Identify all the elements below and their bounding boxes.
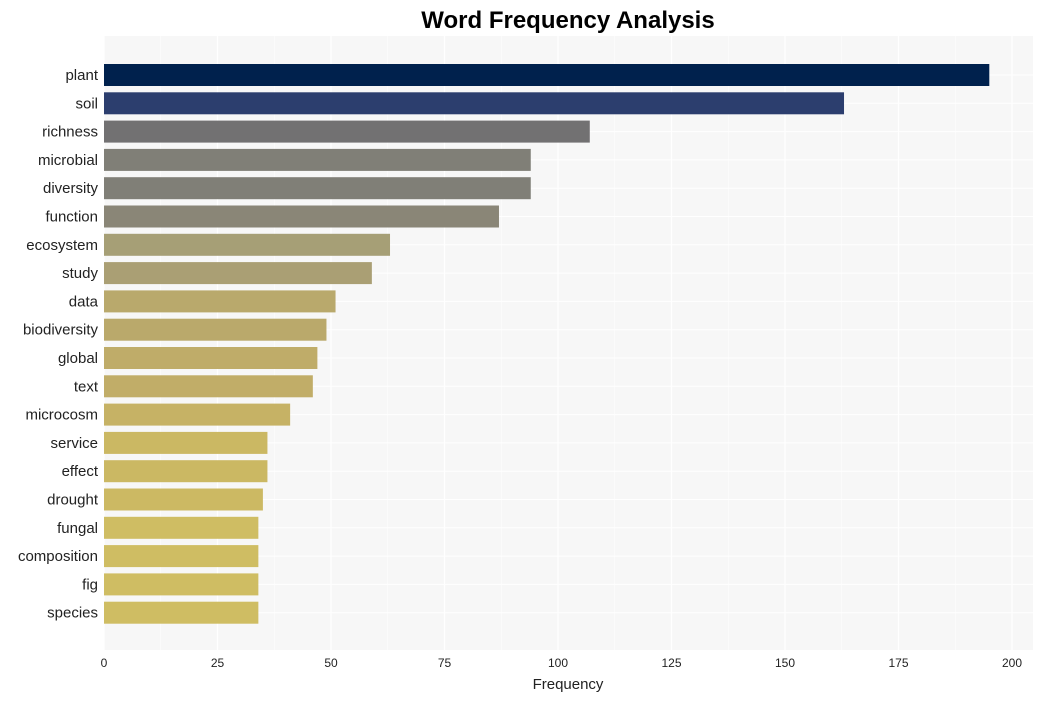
y-tick-label: diversity: [43, 180, 99, 197]
y-tick-label: biodiversity: [23, 322, 99, 339]
x-tick-label: 0: [101, 656, 108, 670]
x-tick-label: 75: [438, 656, 452, 670]
bar-global: [104, 347, 318, 369]
bar-fungal: [104, 516, 259, 539]
y-tick-label: microcosm: [25, 407, 98, 424]
x-tick-label: 100: [548, 656, 568, 670]
y-tick-label: composition: [18, 548, 98, 565]
y-tick-label: drought: [47, 492, 99, 509]
y-tick-label: richness: [42, 124, 98, 141]
bar-microcosm: [104, 403, 291, 426]
x-tick-labels: 0 25 50 75 100 125 150 175 200: [101, 656, 1023, 670]
bar-composition: [104, 545, 259, 568]
y-tick-label: global: [58, 350, 98, 367]
chart-title: Word Frequency Analysis: [421, 7, 714, 34]
x-tick-label: 25: [211, 656, 225, 670]
bar-microbial: [104, 148, 531, 171]
x-axis-label: Frequency: [533, 676, 604, 693]
bar-data: [104, 290, 336, 313]
x-tick-label: 150: [775, 656, 795, 670]
bar-chart: plant soil richness microbial diversity funct…: [18, 7, 1033, 693]
y-tick-label: effect: [62, 463, 99, 480]
y-tick-label: service: [50, 435, 98, 452]
y-tick-label: data: [69, 293, 99, 310]
bar-study: [104, 262, 372, 285]
y-tick-label: ecosystem: [26, 237, 98, 254]
bar-species: [104, 601, 259, 624]
bar-plant: [104, 64, 990, 86]
bar-function: [104, 205, 499, 228]
y-tick-label: soil: [75, 95, 98, 112]
bar-fig: [104, 573, 259, 596]
y-tick-label: fungal: [57, 520, 98, 537]
y-tick-label: microbial: [38, 152, 98, 169]
bar-biodiversity: [104, 318, 327, 341]
y-tick-label: text: [74, 378, 99, 395]
x-tick-label: 200: [1002, 656, 1022, 670]
bar-service: [104, 431, 268, 454]
bar-soil: [104, 92, 845, 115]
bar-diversity: [104, 177, 531, 200]
x-tick-label: 50: [324, 656, 338, 670]
y-tick-label: plant: [65, 67, 98, 84]
bar-drought: [104, 488, 263, 511]
y-tick-label: study: [62, 265, 98, 282]
bar-richness: [104, 120, 590, 143]
x-tick-label: 175: [888, 656, 908, 670]
y-tick-label: species: [47, 605, 98, 622]
bar-text: [104, 375, 313, 398]
bar-ecosystem: [104, 233, 391, 256]
y-tick-label: function: [45, 209, 98, 226]
y-tick-label: fig: [82, 576, 98, 593]
x-tick-label: 125: [661, 656, 681, 670]
y-tick-labels: plant soil richness microbial diversity funct…: [18, 67, 99, 622]
bar-effect: [104, 460, 268, 483]
